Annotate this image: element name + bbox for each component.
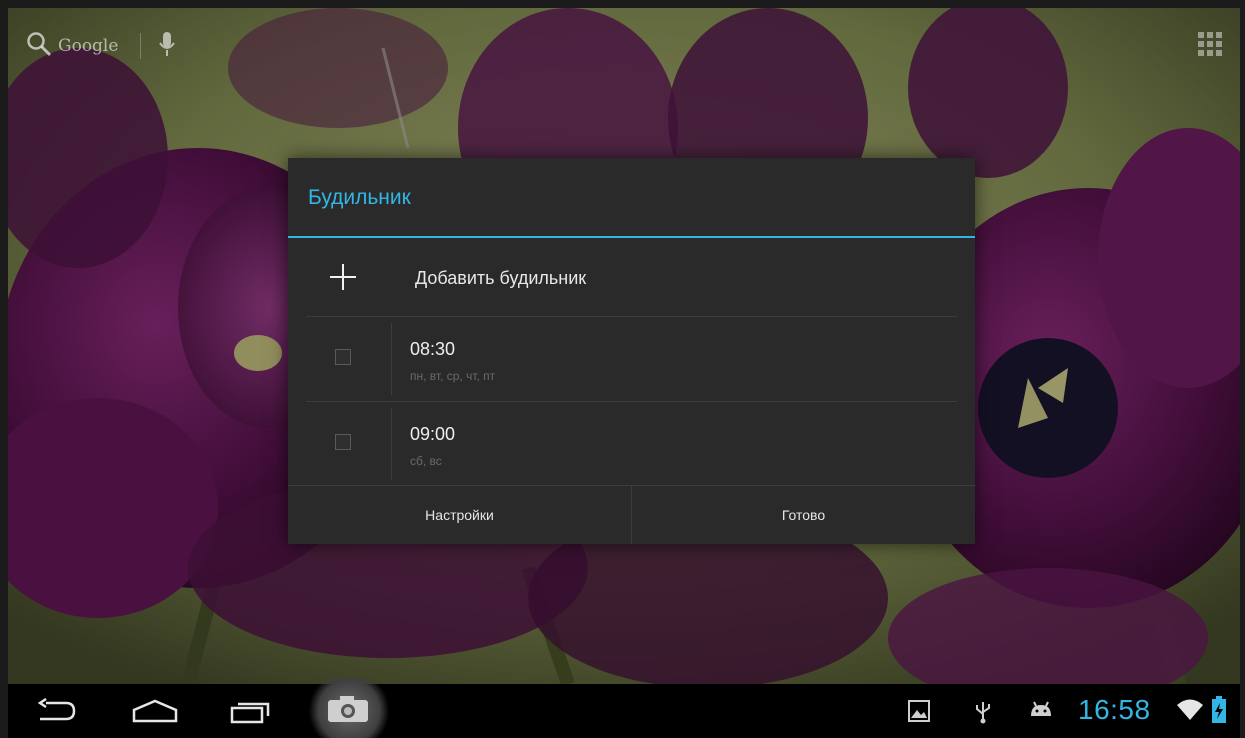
camera-button[interactable] xyxy=(304,678,394,738)
search-divider xyxy=(140,33,142,59)
alarm-time-1[interactable]: 08:30 xyxy=(410,339,455,360)
alarm-days-2: сб, вс xyxy=(410,454,442,468)
recents-icon[interactable] xyxy=(230,698,270,728)
alarm-checkbox-1[interactable] xyxy=(335,349,351,365)
usb-icon[interactable] xyxy=(974,700,992,728)
alarm-days-1: пн, вт, ср, чт, пт xyxy=(410,369,496,383)
wifi-icon[interactable] xyxy=(1176,698,1204,726)
gallery-icon[interactable] xyxy=(908,700,930,726)
alarm-time-2[interactable]: 09:00 xyxy=(410,424,455,445)
settings-button[interactable]: Настройки xyxy=(288,486,632,544)
alarm-row-1[interactable]: 08:30 пн, вт, ср, чт, пт xyxy=(306,316,957,401)
camera-icon[interactable] xyxy=(326,694,370,728)
dialog-button-bar: Настройки Готово xyxy=(288,485,975,544)
alarm-divider xyxy=(391,323,392,395)
dialog-title: Будильник xyxy=(308,186,411,209)
plus-icon[interactable] xyxy=(330,264,356,294)
status-clock[interactable]: 16:58 xyxy=(1078,694,1151,726)
battery-charging-icon[interactable] xyxy=(1212,696,1226,728)
alarm-row-2[interactable]: 09:00 сб, вс xyxy=(306,401,957,486)
back-icon[interactable] xyxy=(36,697,78,728)
voice-search-icon[interactable] xyxy=(159,30,176,62)
dialog-header: Будильник xyxy=(288,158,975,238)
system-bar: 16:58 xyxy=(8,678,1240,738)
done-button[interactable]: Готово xyxy=(632,486,975,544)
google-search-bar[interactable]: Google xyxy=(26,28,176,64)
search-icon[interactable] xyxy=(26,31,52,61)
add-alarm-label[interactable]: Добавить будильник xyxy=(415,268,586,289)
alarm-dialog: Будильник Добавить будильник 08:30 пн, в… xyxy=(288,158,975,544)
alarm-checkbox-2[interactable] xyxy=(335,434,351,450)
add-alarm-row[interactable]: Добавить будильник xyxy=(288,238,975,316)
all-apps-icon[interactable] xyxy=(1198,32,1222,60)
home-icon[interactable] xyxy=(132,698,178,728)
screen: Google Будильник Добавить будильник 08:3… xyxy=(8,8,1240,738)
search-label[interactable]: Google xyxy=(58,36,118,56)
alarm-divider xyxy=(391,408,392,480)
android-debug-icon[interactable] xyxy=(1028,700,1054,726)
